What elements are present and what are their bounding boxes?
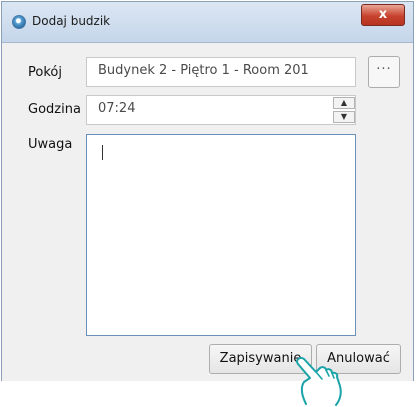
room-value: Budynek 2 - Piętro 1 - Room 201 xyxy=(98,63,309,78)
window-title: Dodaj budzik xyxy=(32,14,111,28)
hand-pointer-icon xyxy=(296,356,342,406)
text-caret xyxy=(102,145,103,160)
time-label: Godzina xyxy=(28,102,81,117)
note-textarea[interactable] xyxy=(86,134,356,336)
time-value: 07:24 xyxy=(98,101,136,116)
note-label: Uwaga xyxy=(28,137,73,152)
spin-up-icon[interactable]: ▲ xyxy=(333,97,355,109)
browse-room-button[interactable]: ··· xyxy=(368,56,400,88)
app-icon xyxy=(12,15,26,29)
time-field[interactable]: 07:24 xyxy=(86,95,356,125)
room-label: Pokój xyxy=(28,65,62,80)
room-field[interactable]: Budynek 2 - Piętro 1 - Room 201 xyxy=(86,57,356,87)
spin-down-icon[interactable]: ▼ xyxy=(333,111,355,123)
close-button[interactable]: x xyxy=(361,4,405,26)
title-bar: Dodaj budzik x xyxy=(2,2,413,43)
time-spinner[interactable]: ▲ ▼ xyxy=(333,97,355,124)
